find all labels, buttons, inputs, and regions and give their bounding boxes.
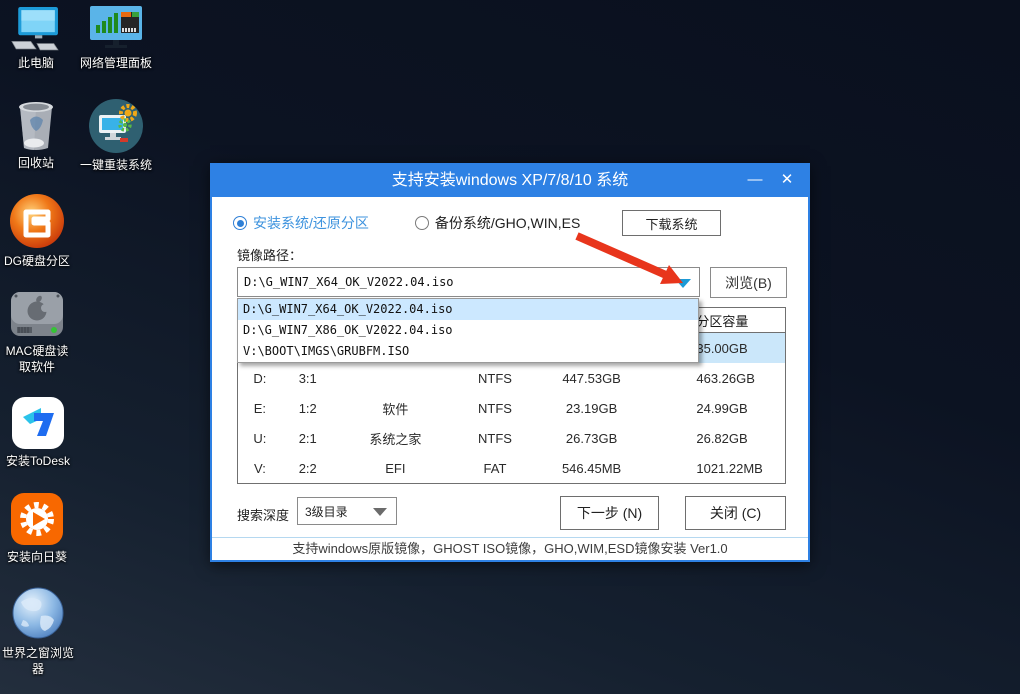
radio-backup[interactable]: 备份系统/GHO,WIN,ES xyxy=(415,213,580,233)
desktop-icon-network-panel[interactable]: 网络管理面板 xyxy=(72,6,160,72)
minimize-button[interactable]: — xyxy=(742,165,768,197)
desktop-icon-this-pc[interactable]: 此电脑 xyxy=(2,6,70,72)
desktop-icon-world-window-browser[interactable]: 世界之窗浏览器 xyxy=(2,586,74,677)
desktop-icon-recycle-bin[interactable]: 回收站 xyxy=(4,98,68,172)
desktop-icon-label: 安装向日葵 xyxy=(7,550,67,566)
partition-row[interactable]: D: 3:1 NTFS 447.53GB 463.26GB xyxy=(238,363,785,393)
desktop-icon-label: DG硬盘分区 xyxy=(4,254,70,270)
search-depth-select[interactable]: 3级目录 xyxy=(297,497,397,525)
close-dialog-button[interactable]: 关闭 (C) xyxy=(685,496,786,530)
dialog-footer-text: 支持windows原版镜像，GHOST ISO镜像，GHO,WIM,ESD镜像安… xyxy=(212,537,808,560)
search-depth-label: 搜索深度 xyxy=(237,505,289,524)
radio-install-label[interactable]: 安装系统/还原分区 xyxy=(253,213,369,233)
partition-row[interactable]: U: 2:1 系统之家 NTFS 26.73GB 26.82GB xyxy=(238,423,785,453)
desktop-icon-label: MAC硬盘读取软件 xyxy=(2,344,72,375)
image-path-value: D:\G_WIN7_X64_OK_V2022.04.iso xyxy=(238,275,454,289)
image-path-input[interactable]: D:\G_WIN7_X64_OK_V2022.04.iso xyxy=(237,267,700,297)
desktop-icon-sunlogin[interactable]: 安装向日葵 xyxy=(2,492,72,566)
next-step-button[interactable]: 下一步 (N) xyxy=(560,496,659,530)
desktop-icon-diskgenius[interactable]: DG硬盘分区 xyxy=(0,192,74,270)
partition-row[interactable]: E: 1:2 软件 NTFS 23.19GB 24.99GB xyxy=(238,393,785,423)
mac-disk-reader-icon xyxy=(10,288,64,340)
desktop-icon-mac-disk-reader[interactable]: MAC硬盘读取软件 xyxy=(2,288,72,375)
radio-backup-label[interactable]: 备份系统/GHO,WIN,ES xyxy=(435,213,580,233)
partition-row[interactable]: V: 2:2 EFI FAT 546.45MB 1021.22MB xyxy=(238,453,785,483)
one-key-reinstall-icon xyxy=(87,98,145,154)
search-depth-arrow-icon xyxy=(373,508,387,516)
radio-unselected-icon[interactable] xyxy=(415,216,429,230)
install-dialog: 支持安装windows XP/7/8/10 系统 — ✕ 安装系统/还原分区 备… xyxy=(210,163,810,562)
network-panel-icon xyxy=(88,6,144,52)
download-system-button[interactable]: 下载系统 xyxy=(622,210,721,236)
radio-selected-icon[interactable] xyxy=(233,216,247,230)
desktop-icon-label: 网络管理面板 xyxy=(80,56,152,72)
diskgenius-icon xyxy=(9,192,65,250)
todesk-icon xyxy=(11,396,65,450)
iso-dropdown-item[interactable]: V:\BOOT\IMGS\GRUBFM.ISO xyxy=(238,341,698,362)
image-path-label: 镜像路径： xyxy=(237,245,302,264)
browse-button[interactable]: 浏览(B) xyxy=(710,267,787,298)
desktop-icon-label: 此电脑 xyxy=(18,56,54,72)
iso-dropdown-list: D:\G_WIN7_X64_OK_V2022.04.iso D:\G_WIN7_… xyxy=(237,298,699,363)
dialog-titlebar[interactable]: 支持安装windows XP/7/8/10 系统 — ✕ xyxy=(212,165,808,197)
desktop-icon-label: 回收站 xyxy=(18,156,54,172)
dialog-body: 安装系统/还原分区 备份系统/GHO,WIN,ES 下载系统 镜像路径： 分区容… xyxy=(212,197,808,560)
dialog-title: 支持安装windows XP/7/8/10 系统 xyxy=(392,172,629,189)
iso-dropdown-item[interactable]: D:\G_WIN7_X86_OK_V2022.04.iso xyxy=(238,320,698,341)
iso-dropdown-item[interactable]: D:\G_WIN7_X64_OK_V2022.04.iso xyxy=(238,299,698,320)
world-window-browser-icon xyxy=(11,586,65,642)
radio-install-restore[interactable]: 安装系统/还原分区 xyxy=(233,213,405,233)
desktop-icon-label: 世界之窗浏览器 xyxy=(2,646,74,677)
close-window-button[interactable]: ✕ xyxy=(774,165,800,197)
sunlogin-icon xyxy=(10,492,64,546)
desktop-icon-todesk[interactable]: 安装ToDesk xyxy=(0,396,76,470)
recycle-bin-icon xyxy=(15,98,57,152)
search-depth-value: 3级目录 xyxy=(298,503,348,520)
desktop-icon-label: 安装ToDesk xyxy=(6,454,70,470)
this-pc-icon xyxy=(10,6,62,52)
path-dropdown-arrow-icon[interactable] xyxy=(675,279,691,288)
desktop-icon-one-key-reinstall[interactable]: 一键重装系统 xyxy=(70,98,162,174)
desktop-icon-label: 一键重装系统 xyxy=(80,158,152,174)
